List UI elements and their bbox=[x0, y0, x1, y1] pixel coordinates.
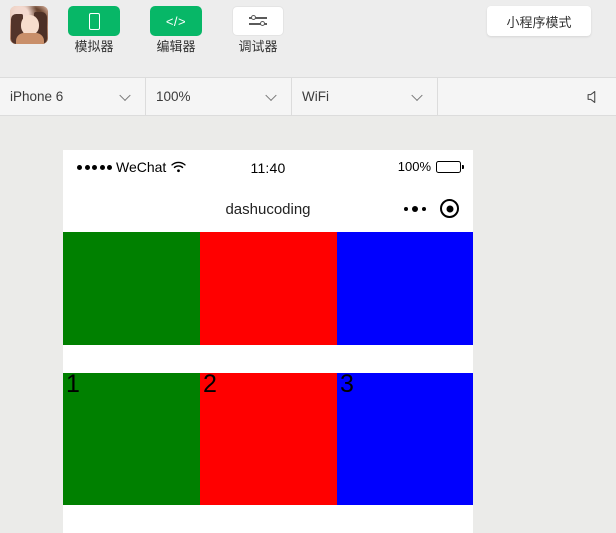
simulator-button-surface bbox=[68, 6, 120, 36]
flex-box-red-2: 2 bbox=[200, 370, 337, 505]
flex-row-default bbox=[63, 232, 473, 345]
target-circle-icon[interactable] bbox=[440, 199, 459, 218]
zoom-select[interactable]: 100% bbox=[146, 78, 292, 115]
code-icon: </> bbox=[165, 13, 187, 29]
speaker-toggle[interactable] bbox=[438, 78, 616, 115]
flex-box-blue bbox=[337, 232, 473, 345]
nav-capsule bbox=[404, 199, 459, 218]
speaker-icon bbox=[587, 90, 596, 103]
more-dots-icon[interactable] bbox=[404, 205, 426, 212]
flex-box-blue-3: 3 bbox=[337, 370, 473, 505]
wechat-devtools-window: 模拟器 </> 编辑器 调试器 小程序模式 iPhone 6 100% WiFi… bbox=[0, 0, 616, 533]
mini-program-page-body: justify-content: flex-end 1 2 3 bbox=[63, 232, 473, 505]
flex-box-green-1: 1 bbox=[63, 370, 200, 505]
simulator-button[interactable]: 模拟器 bbox=[68, 6, 120, 55]
top-toolbar: 模拟器 </> 编辑器 调试器 小程序模式 bbox=[0, 0, 616, 78]
battery-percent-label: 100% bbox=[397, 159, 431, 174]
editor-button[interactable]: </> 编辑器 bbox=[150, 6, 202, 55]
debugger-button-label: 调试器 bbox=[238, 39, 278, 54]
chevron-down-icon bbox=[265, 89, 277, 101]
device-select[interactable]: iPhone 6 bbox=[0, 78, 146, 115]
flex-box-green bbox=[63, 232, 200, 345]
phone-nav-bar: dashucoding bbox=[63, 190, 473, 232]
phone-frame: WeChat 11:40 100% dashucoding 1 2 3 bbox=[63, 150, 473, 533]
network-select-value: WiFi bbox=[302, 89, 329, 104]
debugger-button-surface bbox=[232, 6, 284, 36]
simulator-options-bar: iPhone 6 100% WiFi bbox=[0, 78, 616, 116]
phone-status-bar: WeChat 11:40 100% bbox=[63, 150, 473, 190]
flex-box-label-1: 1 bbox=[66, 370, 80, 398]
simulator-stage: WeChat 11:40 100% dashucoding 1 2 3 bbox=[0, 117, 616, 533]
battery-full-icon bbox=[436, 160, 464, 173]
mini-program-mode-button[interactable]: 小程序模式 bbox=[487, 6, 591, 36]
avatar-body bbox=[16, 33, 44, 44]
editor-button-surface: </> bbox=[150, 6, 202, 36]
flex-box-label-3: 3 bbox=[340, 370, 354, 398]
slider-icon bbox=[249, 14, 267, 28]
user-avatar[interactable] bbox=[10, 6, 48, 44]
mini-program-mode-label: 小程序模式 bbox=[506, 14, 572, 30]
chevron-down-icon bbox=[411, 89, 423, 101]
chevron-down-icon bbox=[119, 89, 131, 101]
simulator-button-label: 模拟器 bbox=[74, 39, 114, 54]
device-select-value: iPhone 6 bbox=[10, 89, 64, 104]
editor-button-label: 编辑器 bbox=[156, 39, 196, 54]
status-right: 100% bbox=[397, 159, 464, 174]
flex-box-label-2: 2 bbox=[203, 370, 217, 398]
flex-box-red bbox=[200, 232, 337, 345]
flex-row-flex-end: 1 2 3 bbox=[63, 370, 473, 505]
avatar-face bbox=[21, 15, 39, 35]
debugger-button[interactable]: 调试器 bbox=[232, 6, 284, 55]
network-select[interactable]: WiFi bbox=[292, 78, 438, 115]
zoom-select-value: 100% bbox=[156, 89, 191, 104]
phone-icon bbox=[88, 12, 100, 30]
